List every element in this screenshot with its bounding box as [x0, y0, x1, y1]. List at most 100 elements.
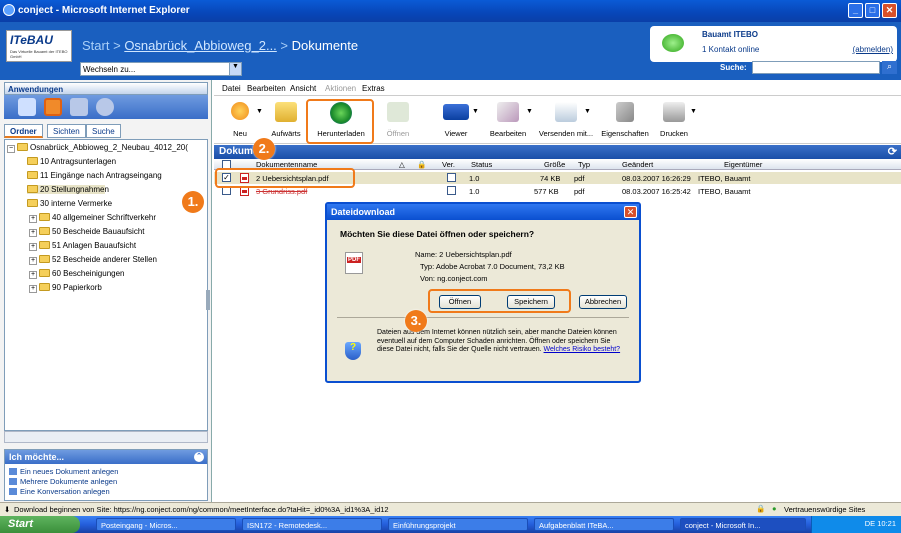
lock-icon: 🔒 [756, 504, 766, 513]
tab-suche[interactable]: Suche [86, 124, 121, 138]
folder-icon [39, 255, 50, 263]
menu-aktionen[interactable]: Aktionen [325, 84, 356, 93]
tree-node[interactable]: +40 allgemeiner Schriftverkehr [29, 213, 156, 223]
tree-node[interactable]: 10 Antragsunterlagen [27, 157, 116, 166]
new-icon [231, 102, 249, 120]
taskbar-item[interactable]: Posteingang - Micros... [96, 518, 236, 531]
tree-label: 51 Anlagen Bauaufsicht [52, 241, 137, 250]
sort-icon[interactable]: △ [399, 160, 405, 169]
tree-node[interactable]: +50 Bescheide Bauaufsicht [29, 227, 145, 237]
tab-sichten[interactable]: Sichten [47, 124, 86, 138]
tree-node[interactable]: +90 Papierkorb [29, 283, 102, 293]
menu-datei[interactable]: Datei [222, 84, 241, 93]
document-changed: 08.03.2007 16:26:29 [622, 174, 691, 183]
tree-label: Osnabrück_Abbioweg_2_Neubau_4012_20( [30, 143, 188, 152]
col-status[interactable]: Status [471, 160, 492, 169]
applications-bar [4, 95, 208, 119]
print-button[interactable]: ▼ Drucken [654, 96, 697, 142]
taskbar-item-active[interactable]: conject - Microsoft In... [680, 518, 806, 531]
tab-ordner[interactable]: Ordner [4, 124, 43, 138]
edit-button[interactable]: ▼ Bearbeiten [486, 96, 533, 142]
status-checkbox [447, 173, 456, 182]
start-button[interactable]: Start [0, 516, 80, 533]
cancel-button[interactable]: Abbrechen [579, 295, 627, 309]
taskbar-item[interactable]: Einführungsprojekt [388, 518, 528, 531]
maximize-button[interactable]: □ [865, 3, 880, 18]
col-changed[interactable]: Geändert [622, 160, 653, 169]
up-button[interactable]: Aufwärts [266, 96, 306, 142]
document-changed: 08.03.2007 16:25:42 [622, 187, 691, 196]
col-owner[interactable]: Eigentümer [724, 160, 762, 169]
left-tabs: Ordner Sichten Suche [4, 124, 208, 138]
window-titlebar: conject - Microsoft Internet Explorer _ … [0, 0, 901, 22]
logout-link[interactable]: (abmelden) [853, 45, 893, 54]
new-document-link[interactable]: Ein neues Dokument anlegen [9, 467, 118, 476]
switch-to-select[interactable]: Wechseln zu... ▼ [80, 62, 242, 76]
status-text: Download beginnen von Site: https://ng.c… [14, 505, 389, 514]
dialog-title: Dateidownload [331, 207, 396, 217]
properties-button[interactable]: Eigenschaften [600, 96, 650, 142]
panel-resize-handle[interactable] [206, 290, 210, 310]
document-type: pdf [574, 187, 585, 196]
new-conversation-link[interactable]: Eine Konversation anlegen [9, 487, 110, 496]
refresh-icon[interactable]: ⟳ [888, 145, 897, 158]
printer-icon [663, 102, 685, 122]
breadcrumb-start[interactable]: Start [82, 38, 109, 53]
taskbar-item[interactable]: Aufgabenblatt ITeBA... [534, 518, 674, 531]
ie-icon [3, 4, 15, 16]
open-button[interactable]: Öffnen [382, 96, 414, 142]
documents-icon [9, 478, 17, 485]
col-size[interactable]: Größe [544, 160, 565, 169]
task-label: ISN172 - Remotedesk... [247, 521, 328, 530]
gear-icon[interactable] [96, 98, 114, 116]
contact-status[interactable]: 1 Kontakt online [702, 45, 759, 54]
tree-node[interactable]: +51 Anlagen Bauaufsicht [29, 241, 136, 251]
dialog-warning: Dateien aus dem Internet können nützlich… [377, 329, 627, 355]
tree-node[interactable]: +52 Bescheide anderer Stellen [29, 255, 157, 265]
document-size: 74 KB [540, 174, 561, 183]
send-with-button[interactable]: ▼ Versenden mit... [536, 96, 596, 142]
breadcrumb-current: Dokumente [291, 38, 359, 53]
minimize-button[interactable]: _ [848, 3, 863, 18]
menu-ansicht[interactable]: Ansicht [290, 84, 316, 93]
col-version[interactable]: Ver. [442, 160, 455, 169]
heart-icon[interactable] [18, 98, 36, 116]
breadcrumb: Start > Osnabrück_Abbioweg_2... > Dokume… [82, 38, 358, 53]
contact-status-icon[interactable] [662, 34, 684, 52]
tree-node[interactable]: +60 Bescheinigungen [29, 269, 125, 279]
taskbar-item[interactable]: ISN172 - Remotedesk... [242, 518, 382, 531]
breadcrumb-separator: > [113, 38, 121, 53]
tree-node[interactable]: 11 Eingänge nach Antragseingang [27, 171, 162, 180]
menu-bearbeiten[interactable]: Bearbeiten [247, 84, 286, 93]
ich-moechte-panel: Ich möchte... ⌃ Ein neues Dokument anlege… [4, 449, 208, 501]
close-window-button[interactable]: ✕ [882, 3, 897, 18]
folder-icon [39, 269, 50, 277]
toolbar-label: Eigenschaften [601, 129, 649, 138]
search-input[interactable] [752, 61, 880, 74]
documents-app-icon[interactable] [44, 98, 62, 116]
dialog-close-button[interactable]: ✕ [624, 206, 637, 218]
collapse-icon[interactable]: ⌃ [194, 452, 204, 462]
conversation-icon [9, 488, 17, 495]
shield-icon: ? [345, 342, 361, 360]
col-type[interactable]: Typ [578, 160, 590, 169]
tree-node-root[interactable]: − Osnabrück_Abbioweg_2_Neubau_4012_20( [7, 143, 188, 153]
chevron-down-icon[interactable]: ▼ [229, 63, 241, 75]
breadcrumb-project[interactable]: Osnabrück_Abbioweg_2... [124, 38, 276, 53]
tree-label: 52 Bescheide anderer Stellen [52, 255, 157, 264]
new-button[interactable]: ▼ Neu [222, 96, 263, 142]
menu-extras[interactable]: Extras [362, 84, 385, 93]
document-type: pdf [574, 174, 585, 183]
search-icon[interactable]: ⌕ [882, 61, 897, 74]
tree-node-selected[interactable]: 20 Stellungnahmen [27, 185, 109, 194]
link-icon[interactable] [70, 98, 88, 116]
wrench-icon [616, 102, 634, 122]
document-name[interactable]: 3 Grundriss.pdf [256, 187, 307, 196]
contact-panel: Bauamt ITEBO 1 Kontakt online (abmelden) [650, 26, 897, 62]
multiple-documents-link[interactable]: Mehrere Dokumente anlegen [9, 477, 117, 486]
pdf-file-icon [345, 252, 363, 274]
viewer-button[interactable]: ▼ Viewer [436, 96, 479, 142]
tree-horizontal-scrollbar[interactable] [4, 431, 208, 443]
tree-node[interactable]: 30 interne Vermerke [27, 199, 112, 208]
risk-link[interactable]: Welches Risiko besteht? [544, 346, 621, 353]
